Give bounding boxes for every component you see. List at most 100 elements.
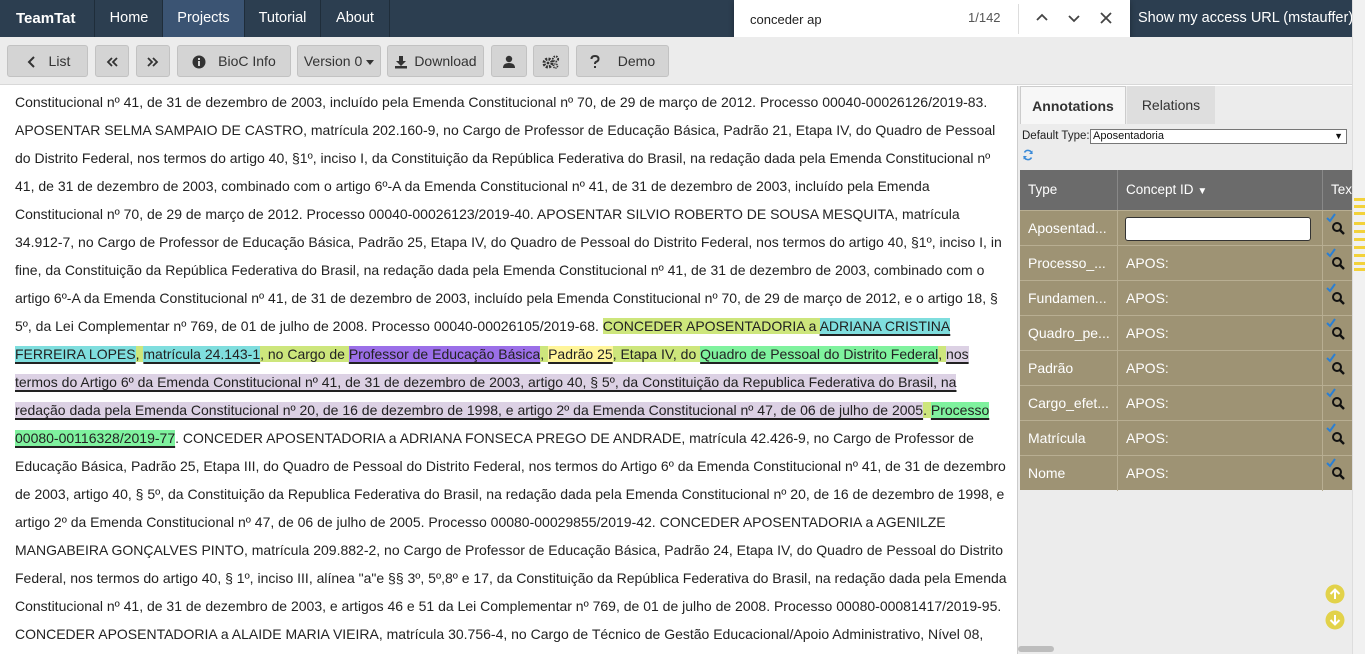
chevron-left-icon	[27, 56, 35, 69]
annotation-matricula[interactable]: matrícula 24.143-1	[143, 346, 261, 362]
table-row[interactable]: Cargo_efet... APOS:	[1020, 385, 1352, 421]
nav-home[interactable]: Home	[96, 0, 163, 37]
find-separator	[1018, 4, 1019, 34]
search-marker	[1354, 222, 1365, 225]
table-row[interactable]: Matrícula APOS:	[1020, 420, 1352, 456]
row-concept-id: APOS:	[1118, 421, 1323, 456]
search-marker	[1354, 212, 1365, 215]
bioc-info-button[interactable]: BioC Info	[177, 45, 291, 77]
row-type: Nome	[1020, 456, 1118, 491]
search-marker	[1354, 205, 1365, 208]
sort-desc-icon: ▼	[1197, 186, 1208, 197]
double-chevron-left-icon	[106, 57, 118, 67]
brand-logo[interactable]: TeamTat	[0, 0, 95, 37]
annotation-cargo[interactable]: Professor de Educação Básica	[348, 346, 541, 362]
annotation-padrao[interactable]: Padrão 25	[548, 346, 613, 362]
arrow-up-circle-icon	[1325, 584, 1345, 604]
access-url-link[interactable]: Show my access URL (mstauffer)	[1138, 0, 1353, 37]
find-previous-button[interactable]	[1030, 6, 1054, 30]
row-actions[interactable]	[1323, 456, 1352, 491]
check-search-icon	[1326, 353, 1345, 375]
document-text[interactable]: Constitucional nº 41, de 31 de dezembro …	[15, 88, 1007, 654]
version-dropdown[interactable]: Version 0	[297, 45, 381, 77]
row-concept-id: APOS:	[1118, 281, 1323, 316]
concept-id-input[interactable]	[1125, 217, 1311, 241]
scroll-down-button[interactable]	[1325, 610, 1345, 630]
find-close-button[interactable]	[1094, 6, 1118, 30]
row-actions[interactable]	[1323, 211, 1352, 246]
annotation-aposentadoria[interactable]: CONCEDER APOSENTADORIA a	[602, 318, 820, 334]
find-count: 1/142	[968, 10, 1001, 25]
tab-annotations[interactable]: Annotations	[1020, 86, 1126, 124]
list-button-label: List	[48, 53, 71, 69]
user-button[interactable]	[491, 45, 527, 77]
demo-button[interactable]: Demo	[576, 45, 669, 77]
row-type: Cargo_efet...	[1020, 386, 1118, 421]
annotation-quadro[interactable]: Quadro de Pessoal do Distrito Federal	[700, 346, 939, 362]
refresh-icon	[1023, 149, 1033, 161]
previous-document-button[interactable]	[95, 45, 129, 77]
table-row[interactable]: Nome APOS:	[1020, 455, 1352, 491]
row-type: Processo_...	[1020, 246, 1118, 281]
horizontal-scrollbar[interactable]	[1018, 646, 1054, 652]
column-header-text[interactable]: Text	[1323, 170, 1352, 210]
bioc-info-label: BioC Info	[218, 53, 276, 69]
list-button[interactable]: List	[7, 45, 88, 77]
caret-down-icon: ▼	[1334, 131, 1343, 141]
table-row[interactable]: Processo_... APOS:	[1020, 245, 1352, 281]
search-marker	[1354, 254, 1365, 257]
default-type-value: Aposentadoria	[1093, 130, 1164, 142]
row-concept-id: APOS:	[1118, 386, 1323, 421]
scroll-up-button[interactable]	[1325, 584, 1345, 604]
text-separator: .	[923, 402, 931, 418]
download-button[interactable]: Download	[387, 45, 484, 77]
text-segment: Constitucional nº 41, de 31 de dezembro …	[15, 94, 1002, 334]
next-document-button[interactable]	[136, 45, 170, 77]
search-marker	[1354, 198, 1365, 201]
vertical-scrollbar[interactable]	[1352, 0, 1365, 654]
row-actions[interactable]	[1323, 316, 1352, 351]
settings-button[interactable]	[533, 45, 569, 77]
find-input[interactable]	[750, 9, 950, 29]
column-header-type[interactable]: Type	[1020, 170, 1118, 210]
document-viewer[interactable]: Constitucional nº 41, de 31 de dezembro …	[0, 86, 1017, 654]
question-icon	[590, 55, 600, 69]
table-header: Type Concept ID ▼ Text	[1020, 170, 1352, 210]
user-icon	[503, 56, 515, 69]
table-row[interactable]: Fundamen... APOS:	[1020, 280, 1352, 316]
check-search-icon	[1326, 318, 1345, 340]
double-chevron-right-icon	[147, 57, 159, 67]
table-row[interactable]: Aposentad...	[1020, 210, 1352, 246]
row-concept-id: APOS:	[1118, 351, 1323, 386]
row-actions[interactable]	[1323, 281, 1352, 316]
check-search-icon	[1326, 388, 1345, 410]
row-type: Matrícula	[1020, 421, 1118, 456]
default-type-select[interactable]: Aposentadoria ▼	[1090, 129, 1347, 144]
search-marker	[1354, 238, 1365, 241]
row-actions[interactable]	[1323, 421, 1352, 456]
check-search-icon	[1326, 248, 1345, 270]
search-marker	[1354, 262, 1365, 265]
table-row[interactable]: Quadro_pe... APOS:	[1020, 315, 1352, 351]
row-concept-id: APOS:	[1118, 316, 1323, 351]
nav-tutorial[interactable]: Tutorial	[245, 0, 321, 37]
column-header-concept-id[interactable]: Concept ID ▼	[1118, 170, 1323, 210]
table-row[interactable]: Padrão APOS:	[1020, 350, 1352, 386]
row-actions[interactable]	[1323, 351, 1352, 386]
find-bar: 1/142	[734, 0, 1130, 41]
row-actions[interactable]	[1323, 246, 1352, 281]
info-circle-icon	[192, 55, 206, 69]
tab-relations[interactable]: Relations	[1127, 86, 1215, 124]
document-toolbar: List BioC Info Version 0 Download Demo	[0, 37, 1352, 85]
search-marker	[1354, 246, 1365, 249]
row-type: Fundamen...	[1020, 281, 1118, 316]
text-separator: ,	[540, 346, 549, 362]
search-marker	[1354, 230, 1365, 233]
nav-about[interactable]: About	[321, 0, 390, 37]
search-marker	[1354, 268, 1365, 271]
find-next-button[interactable]	[1062, 6, 1086, 30]
refresh-button[interactable]	[1022, 148, 1034, 166]
row-actions[interactable]	[1323, 386, 1352, 421]
top-navbar: TeamTat Home Projects Tutorial About Sho…	[0, 0, 1365, 37]
nav-projects[interactable]: Projects	[163, 0, 245, 37]
